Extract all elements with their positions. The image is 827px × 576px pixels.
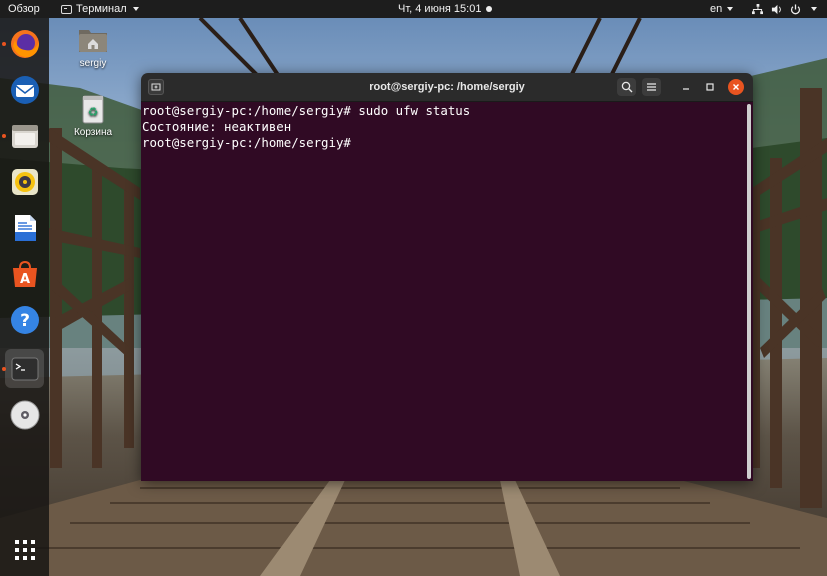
close-icon [733, 84, 739, 90]
files-icon [11, 124, 38, 148]
dock: A ? [0, 18, 49, 576]
dock-dvd[interactable] [5, 395, 44, 434]
firefox-icon [10, 29, 39, 58]
dock-terminal[interactable] [5, 349, 44, 388]
rhythmbox-icon [11, 168, 38, 195]
dock-thunderbird[interactable] [5, 70, 44, 109]
activities-button[interactable]: Обзор [8, 0, 40, 18]
window-title: root@sergiy-pc: /home/sergiy [369, 81, 525, 93]
app-grid-icon [14, 539, 35, 560]
volume-icon [771, 4, 781, 14]
running-indicator [2, 134, 6, 138]
hamburger-menu-icon [647, 83, 656, 91]
trash-icon: ♻ [82, 95, 104, 124]
close-button[interactable] [728, 79, 744, 95]
dock-writer[interactable] [5, 208, 44, 247]
terminal-scrollbar[interactable] [747, 104, 751, 479]
top-bar: Обзор Терминал Чт, 4 июня 15:01 en [0, 0, 827, 18]
software-store-icon: A [12, 260, 37, 287]
dock-software[interactable]: A [5, 254, 44, 293]
search-button[interactable] [617, 78, 636, 96]
input-language-label: en [710, 3, 723, 15]
show-applications-button[interactable] [5, 530, 44, 569]
terminal-small-icon [61, 4, 72, 14]
dock-help[interactable]: ? [5, 300, 44, 339]
running-indicator [2, 42, 6, 46]
thunderbird-icon [10, 75, 39, 104]
app-menu[interactable]: Терминал [61, 0, 139, 18]
maximize-button[interactable] [702, 79, 718, 95]
dock-files[interactable] [5, 116, 44, 155]
terminal-output[interactable]: root@sergiy-pc:/home/sergiy# sudo ufw st… [141, 102, 753, 481]
power-icon [790, 3, 801, 14]
menu-button[interactable] [642, 78, 661, 96]
desktop-home-folder[interactable]: sergiy [63, 24, 123, 69]
svg-text:♻: ♻ [88, 105, 99, 119]
chevron-down-icon [132, 7, 139, 11]
home-folder-label: sergiy [79, 58, 107, 69]
help-icon: ? [10, 305, 39, 334]
terminal-prompt-line: root@sergiy-pc:/home/sergiy# [142, 135, 351, 150]
maximize-icon [706, 83, 714, 91]
clock[interactable]: Чт, 4 июня 15:01 [398, 0, 481, 18]
input-language-menu[interactable]: en [710, 0, 734, 18]
app-menu-label: Терминал [76, 3, 127, 15]
search-icon [621, 81, 632, 93]
chevron-down-icon [727, 7, 734, 11]
svg-text:?: ? [20, 311, 30, 331]
terminal-icon [11, 357, 38, 380]
notification-dot-icon [486, 6, 492, 12]
trash-label: Корзина [73, 127, 113, 138]
running-indicator [2, 367, 6, 371]
network-icon [752, 3, 763, 14]
desktop-trash[interactable]: ♻ Корзина [63, 93, 123, 138]
terminal-line: root@sergiy-pc:/home/sergiy# sudo ufw st… [142, 103, 471, 118]
chevron-down-icon [811, 7, 817, 11]
dock-firefox[interactable] [5, 24, 44, 63]
svg-text:A: A [19, 272, 29, 287]
home-folder-icon [79, 30, 107, 52]
minimize-icon [683, 88, 689, 90]
system-menu[interactable] [752, 0, 817, 18]
minimize-button[interactable] [678, 79, 694, 95]
writer-icon [14, 214, 36, 241]
terminal-window[interactable]: root@sergiy-pc: /home/sergiy root@sergiy… [141, 73, 753, 481]
dock-rhythmbox[interactable] [5, 162, 44, 201]
dvd-icon [10, 400, 39, 429]
terminal-headerbar[interactable]: root@sergiy-pc: /home/sergiy [141, 73, 753, 102]
terminal-line: Состояние: неактивен [142, 119, 292, 134]
